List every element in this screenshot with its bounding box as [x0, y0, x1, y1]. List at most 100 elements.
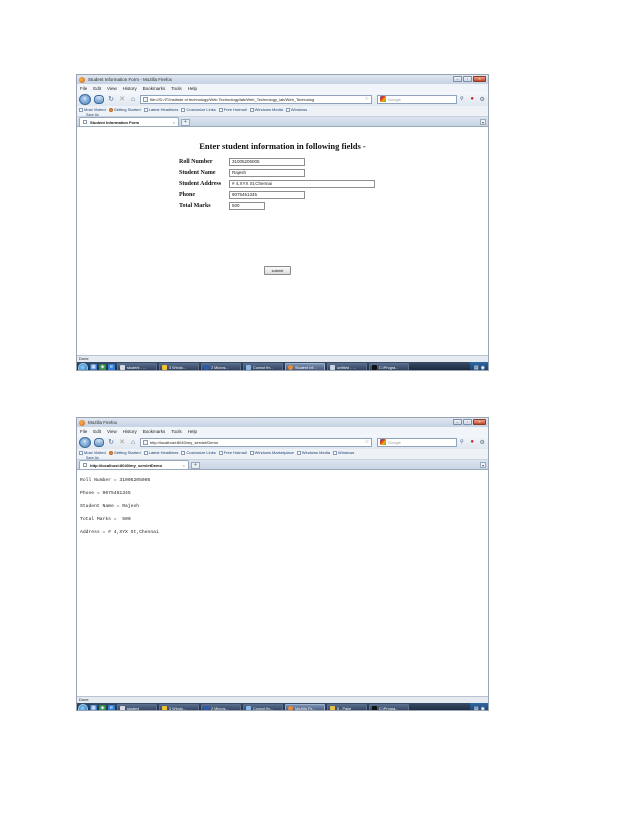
- url-bar[interactable]: http://localhost:8040/my_servlet/Demo ☆: [140, 437, 372, 447]
- network-icon[interactable]: ▤: [474, 706, 479, 711]
- stop-icon[interactable]: ✕: [118, 95, 126, 103]
- taskbar-item-connot-find[interactable]: Connot fin...: [243, 363, 283, 370]
- maximize-button[interactable]: ▫: [463, 76, 472, 82]
- bookmark-getting-started[interactable]: Getting Started: [108, 107, 141, 112]
- reload-icon[interactable]: ↻: [107, 95, 115, 103]
- menu-tools[interactable]: Tools: [171, 429, 182, 434]
- bookmark-windows-media[interactable]: Windows Media: [249, 107, 283, 112]
- minimize-button[interactable]: –: [453, 419, 462, 425]
- bookmark-most-visited[interactable]: Most Visited: [79, 107, 106, 112]
- bookmark-free-hotmail[interactable]: Free Hotmail: [218, 450, 247, 455]
- taskbar-item-paint[interactable]: 6 - Paint: [327, 704, 367, 710]
- search-input[interactable]: Google: [377, 437, 457, 447]
- switch-windows-icon[interactable]: ◈: [99, 364, 106, 370]
- taskbar-item-microsoft[interactable]: 2 Micros...: [201, 704, 241, 711]
- bookmark-windows-marketplace[interactable]: Windows Marketplace: [249, 450, 294, 455]
- tab-list-icon[interactable]: ▾: [480, 119, 486, 125]
- home-icon[interactable]: ⌂: [129, 96, 137, 103]
- menu-file[interactable]: File: [80, 429, 87, 434]
- bookmark-star-icon[interactable]: ☆: [365, 96, 369, 102]
- menu-view[interactable]: View: [107, 86, 117, 91]
- bookmark-windows[interactable]: Windows: [285, 107, 307, 112]
- internet-explorer-icon[interactable]: e: [108, 705, 115, 710]
- taskbar-item-mozilla-firefox[interactable]: Mozilla Fir...: [285, 704, 325, 710]
- taskbar-item-student[interactable]: student: [117, 704, 157, 710]
- adblock-icon[interactable]: ●: [469, 439, 476, 445]
- tab-close-icon[interactable]: ×: [173, 120, 175, 125]
- taskbar-item-progra[interactable]: C:\Progra...: [369, 704, 409, 710]
- url-bar[interactable]: file:///D:/IT/Institute of technology/We…: [140, 94, 372, 104]
- bookmark-customize-links[interactable]: Customize Links: [181, 107, 216, 112]
- bookmark-free-hotmail[interactable]: Free Hotmail: [218, 107, 247, 112]
- tab-student-information-form[interactable]: Student Information Form ×: [79, 117, 179, 126]
- gear-icon[interactable]: ⚙: [479, 439, 486, 446]
- taskbar-label: 2 Micros...: [211, 706, 229, 711]
- close-button[interactable]: ×: [473, 419, 486, 425]
- taskbar-item-windows[interactable]: 3 Windo...: [159, 704, 199, 711]
- total-marks-input[interactable]: 500: [229, 202, 265, 210]
- gear-icon[interactable]: ⚙: [479, 96, 486, 103]
- forward-button[interactable]: ›: [94, 437, 104, 447]
- bookmark-customize-links[interactable]: Customize Links: [181, 450, 216, 455]
- phone-input[interactable]: 9075461345: [229, 191, 305, 199]
- bookmark-windows[interactable]: Windows: [333, 450, 354, 455]
- tab-list-icon[interactable]: ▾: [480, 462, 486, 468]
- show-desktop-icon[interactable]: ▦: [90, 705, 97, 710]
- taskbar-item-untitled[interactable]: untitled - ...: [327, 363, 367, 370]
- new-tab-button[interactable]: +: [191, 462, 200, 469]
- menu-bookmarks[interactable]: Bookmarks: [143, 86, 166, 91]
- submit-button[interactable]: submit: [264, 266, 291, 275]
- menu-edit[interactable]: Edit: [93, 86, 101, 91]
- tab-servlet-demo[interactable]: http://localhost:8040/my_servletDemo ×: [79, 460, 189, 469]
- search-icon[interactable]: ⚲: [460, 96, 464, 102]
- taskbar-label: 2 Micros...: [211, 365, 229, 370]
- bookmark-star-icon[interactable]: ☆: [365, 439, 369, 445]
- volume-icon[interactable]: ◉: [481, 706, 485, 711]
- network-icon[interactable]: ▤: [474, 365, 479, 371]
- stop-icon[interactable]: ✕: [118, 438, 126, 446]
- taskbar-item-student-info[interactable]: Student Inf...: [285, 363, 325, 370]
- menu-tools[interactable]: Tools: [171, 86, 182, 91]
- start-button[interactable]: [78, 703, 88, 710]
- taskbar-item-windows[interactable]: 3 Windo...: [159, 363, 199, 370]
- bookmark-getting-started[interactable]: Getting Started: [108, 450, 141, 455]
- student-address-input[interactable]: # 4,XYX St,Chennai: [229, 180, 375, 188]
- menu-help[interactable]: Help: [188, 86, 197, 91]
- internet-explorer-icon[interactable]: e: [108, 364, 115, 370]
- taskbar-item-progra[interactable]: C:\Progra...: [369, 363, 409, 370]
- menu-history[interactable]: History: [123, 86, 137, 91]
- close-button[interactable]: ×: [473, 76, 486, 82]
- adblock-icon[interactable]: ●: [469, 96, 476, 102]
- bookmark-most-visited[interactable]: Most Visited: [79, 450, 106, 455]
- bookmark-windows-media[interactable]: Windows Media: [296, 450, 330, 455]
- reload-icon[interactable]: ↻: [107, 438, 115, 446]
- new-tab-button[interactable]: +: [181, 119, 190, 126]
- taskbar-item-microsoft[interactable]: 2 Micros...: [201, 363, 241, 370]
- search-input[interactable]: Google: [377, 94, 457, 104]
- menu-view[interactable]: View: [107, 429, 117, 434]
- home-icon[interactable]: ⌂: [129, 439, 137, 446]
- taskbar-item-connot-find[interactable]: Connot fin...: [243, 704, 283, 710]
- tab-close-icon[interactable]: ×: [183, 463, 185, 468]
- switch-windows-icon[interactable]: ◈: [99, 705, 106, 710]
- student-name-input[interactable]: Rajesh: [229, 169, 305, 177]
- minimize-button[interactable]: –: [453, 76, 462, 82]
- show-desktop-icon[interactable]: ▦: [90, 364, 97, 370]
- search-icon[interactable]: ⚲: [460, 439, 464, 445]
- menu-bookmarks[interactable]: Bookmarks: [143, 429, 166, 434]
- menu-help[interactable]: Help: [188, 429, 197, 434]
- menu-edit[interactable]: Edit: [93, 429, 101, 434]
- maximize-button[interactable]: ▫: [463, 419, 472, 425]
- menu-file[interactable]: File: [80, 86, 87, 91]
- forward-button[interactable]: ›: [94, 94, 104, 104]
- back-button[interactable]: ‹: [79, 93, 91, 105]
- volume-icon[interactable]: ◉: [481, 365, 485, 371]
- bookmark-latest-headlines[interactable]: Latest Headlines: [143, 450, 178, 455]
- taskbar-label: 3 Windo...: [169, 706, 187, 711]
- back-button[interactable]: ‹: [79, 436, 91, 448]
- taskbar-item-student[interactable]: student - ...: [117, 363, 157, 370]
- start-button[interactable]: [78, 362, 88, 370]
- menu-history[interactable]: History: [123, 429, 137, 434]
- roll-number-input[interactable]: 31005205005: [229, 158, 305, 166]
- bookmark-latest-headlines[interactable]: Latest Headlines: [143, 107, 178, 112]
